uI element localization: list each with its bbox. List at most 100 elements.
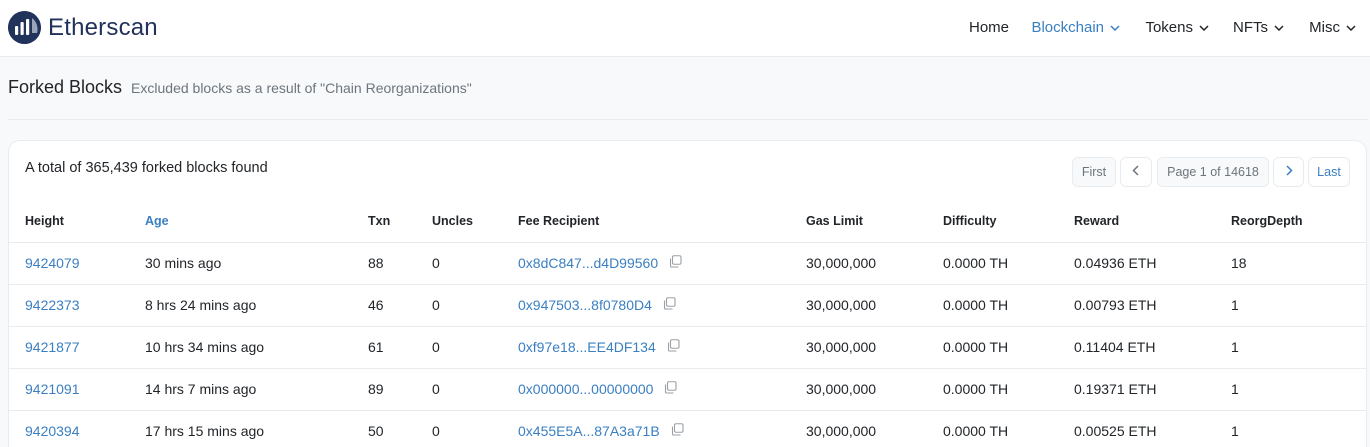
fee-recipient-cell: 0x947503...8f0780D4 [518, 284, 806, 327]
block-height-link[interactable]: 9424079 [25, 255, 80, 271]
uncles-cell: 0 [432, 326, 518, 369]
gas-limit-cell: 30,000,000 [806, 368, 943, 411]
copy-icon[interactable] [669, 254, 682, 271]
top-header: Etherscan Home Blockchain Tokens NFTs Mi… [0, 0, 1370, 57]
gas-limit-cell: 30,000,000 [806, 410, 943, 447]
block-height-link[interactable]: 9421877 [25, 339, 80, 355]
block-height-link[interactable]: 9420394 [25, 423, 80, 439]
gas-limit-cell: 30,000,000 [806, 326, 943, 369]
page-header: Forked Blocks Excluded blocks as a resul… [8, 77, 472, 98]
table-row: 9424079 30 mins ago 88 0 0x8dC847...d4D9… [9, 242, 1366, 285]
first-page-button[interactable]: First [1072, 157, 1116, 187]
fee-recipient-cell: 0xf97e18...EE4DF134 [518, 326, 806, 369]
chevron-right-icon [1285, 165, 1293, 179]
brand-logo[interactable]: Etherscan [8, 11, 158, 44]
fee-recipient-cell: 0x000000...00000000 [518, 368, 806, 411]
col-uncles: Uncles [432, 200, 518, 243]
page-title: Forked Blocks [8, 77, 123, 97]
fee-recipient-link[interactable]: 0x8dC847...d4D99560 [518, 255, 658, 271]
nav-home-label: Home [968, 19, 1009, 36]
difficulty-cell: 0.0000 TH [943, 410, 1074, 447]
fee-recipient-cell: 0x8dC847...d4D99560 [518, 242, 806, 285]
col-age[interactable]: Age [145, 200, 368, 243]
col-difficulty: Difficulty [943, 200, 1074, 243]
copy-icon[interactable] [671, 422, 684, 439]
age-cell: 30 mins ago [145, 242, 368, 285]
fee-recipient-link[interactable]: 0x000000...00000000 [518, 381, 653, 397]
page-subtitle: Excluded blocks as a result of "Chain Re… [131, 80, 472, 96]
txn-cell: 88 [368, 242, 432, 285]
chevron-down-icon [1110, 24, 1120, 31]
forked-blocks-table: Height Age Txn Uncles Fee Recipient Gas … [9, 200, 1366, 447]
chevron-left-icon [1132, 165, 1140, 179]
uncles-cell: 0 [432, 410, 518, 447]
copy-icon[interactable] [667, 338, 680, 355]
age-cell: 14 hrs 7 mins ago [145, 368, 368, 411]
copy-icon[interactable] [663, 296, 676, 313]
nav-nfts-label: NFTs [1233, 19, 1268, 36]
brand-name: Etherscan [48, 13, 158, 41]
txn-cell: 50 [368, 410, 432, 447]
age-cell: 8 hrs 24 mins ago [145, 284, 368, 327]
nav-home[interactable]: Home [969, 19, 1009, 36]
txn-cell: 61 [368, 326, 432, 369]
txn-cell: 46 [368, 284, 432, 327]
col-fee-recipient: Fee Recipient [518, 200, 806, 243]
col-gas-limit: Gas Limit [806, 200, 943, 243]
total-count-text: A total of 365,439 forked blocks found [25, 160, 268, 176]
difficulty-cell: 0.0000 TH [943, 284, 1074, 327]
difficulty-cell: 0.0000 TH [943, 242, 1074, 285]
fee-recipient-cell: 0x455E5A...87A3a71B [518, 410, 806, 447]
fee-recipient-link[interactable]: 0x947503...8f0780D4 [518, 297, 652, 313]
reorg-depth-cell: 1 [1231, 326, 1366, 369]
next-page-button[interactable] [1273, 157, 1304, 187]
nav-blockchain[interactable]: Blockchain [1031, 19, 1120, 36]
reorg-depth-cell: 1 [1231, 368, 1366, 411]
reward-cell: 0.00793 ETH [1074, 284, 1231, 327]
difficulty-cell: 0.0000 TH [943, 326, 1074, 369]
age-cell: 10 hrs 34 mins ago [145, 326, 368, 369]
nav-tokens-label: Tokens [1145, 19, 1193, 36]
nav-misc-label: Misc [1309, 19, 1340, 36]
forked-blocks-card: A total of 365,439 forked blocks found F… [8, 140, 1367, 447]
col-txn: Txn [368, 200, 432, 243]
gas-limit-cell: 30,000,000 [806, 284, 943, 327]
block-height-link[interactable]: 9421091 [25, 381, 80, 397]
chevron-down-icon [1346, 24, 1356, 31]
col-reorg-depth: ReorgDepth [1231, 200, 1366, 243]
txn-cell: 89 [368, 368, 432, 411]
fee-recipient-link[interactable]: 0xf97e18...EE4DF134 [518, 339, 656, 355]
reorg-depth-cell: 1 [1231, 284, 1366, 327]
last-page-button[interactable]: Last [1308, 157, 1350, 187]
nav-tokens[interactable]: Tokens [1145, 19, 1209, 36]
reward-cell: 0.11404 ETH [1074, 326, 1231, 369]
copy-icon[interactable] [664, 380, 677, 397]
fee-recipient-link[interactable]: 0x455E5A...87A3a71B [518, 423, 660, 439]
nav-misc[interactable]: Misc [1309, 19, 1356, 36]
reward-cell: 0.00525 ETH [1074, 410, 1231, 447]
col-reward: Reward [1074, 200, 1231, 243]
header-divider [8, 119, 1368, 120]
chevron-down-icon [1199, 24, 1209, 31]
reward-cell: 0.04936 ETH [1074, 242, 1231, 285]
table-header-row: Height Age Txn Uncles Fee Recipient Gas … [9, 200, 1366, 243]
uncles-cell: 0 [432, 242, 518, 285]
table-row: 9421091 14 hrs 7 mins ago 89 0 0x000000.… [9, 368, 1366, 411]
col-height: Height [9, 200, 145, 243]
table-row: 9421877 10 hrs 34 mins ago 61 0 0xf97e18… [9, 326, 1366, 369]
uncles-cell: 0 [432, 368, 518, 411]
difficulty-cell: 0.0000 TH [943, 368, 1074, 411]
table-row: 9420394 17 hrs 15 mins ago 50 0 0x455E5A… [9, 410, 1366, 447]
table-row: 9422373 8 hrs 24 mins ago 46 0 0x947503.… [9, 284, 1366, 327]
reorg-depth-cell: 1 [1231, 410, 1366, 447]
age-cell: 17 hrs 15 mins ago [145, 410, 368, 447]
nav-blockchain-label: Blockchain [1031, 19, 1104, 36]
chevron-down-icon [1274, 24, 1284, 31]
prev-page-button[interactable] [1120, 157, 1152, 187]
reorg-depth-cell: 18 [1231, 242, 1366, 285]
uncles-cell: 0 [432, 284, 518, 327]
etherscan-logo-icon [8, 11, 41, 44]
nav-nfts[interactable]: NFTs [1233, 19, 1284, 36]
page-indicator: Page 1 of 14618 [1157, 157, 1269, 187]
block-height-link[interactable]: 9422373 [25, 297, 80, 313]
